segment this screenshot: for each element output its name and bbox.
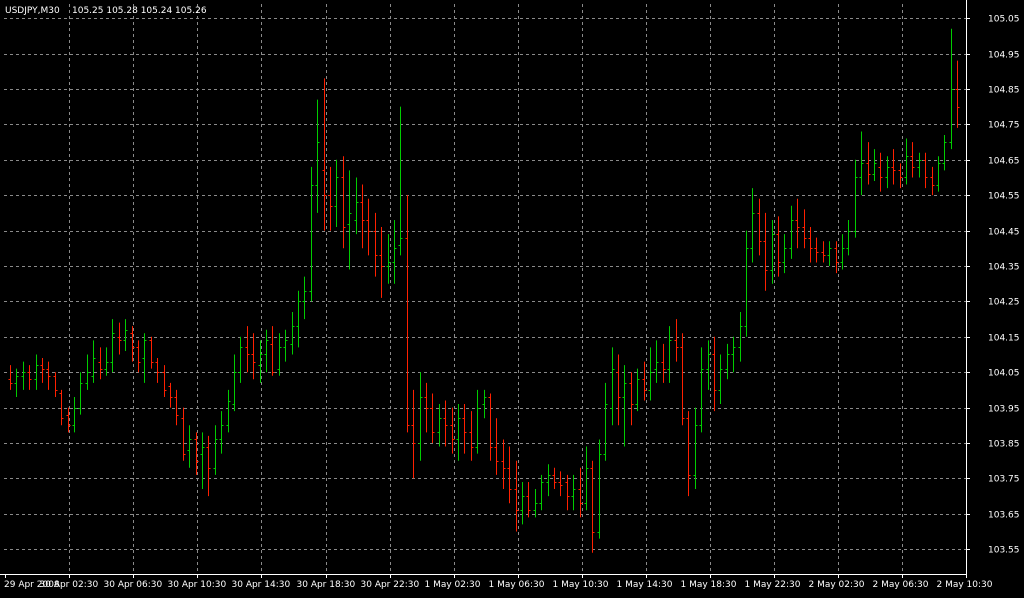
- x-tick-label: 1 May 14:30: [617, 580, 673, 590]
- y-tick-label: 105.05: [988, 15, 1020, 25]
- x-tick-label: 1 May 22:30: [745, 580, 801, 590]
- x-tick-label: 1 May 06:30: [489, 580, 545, 590]
- x-tick-label: 1 May 10:30: [553, 580, 609, 590]
- y-tick-label: 104.75: [988, 121, 1020, 131]
- y-tick-label: 104.35: [988, 263, 1020, 273]
- y-tick-label: 103.65: [988, 511, 1020, 521]
- y-tick-label: 103.85: [988, 440, 1020, 450]
- x-tick-label: 2 May 10:30: [937, 580, 993, 590]
- x-tick-label: 30 Apr 10:30: [168, 580, 227, 590]
- x-tick-label: 1 May 18:30: [681, 580, 737, 590]
- y-tick-label: 103.95: [988, 405, 1020, 415]
- ohlc-values: 105.25 105.28 105.24 105.26: [72, 6, 207, 16]
- x-tick-label: 30 Apr 14:30: [232, 580, 291, 590]
- price-chart[interactable]: 105.05 104.95 104.85 104.75 104.65 104.55 104.…: [0, 0, 1024, 594]
- y-tick-label: 104.15: [988, 334, 1020, 344]
- y-tick-label: 104.25: [988, 298, 1020, 308]
- x-tick-label: 30 Apr 22:30: [361, 580, 420, 590]
- symbol-label: USDJPY,M30: [5, 6, 60, 16]
- x-tick-label: 30 Apr 18:30: [297, 580, 356, 590]
- y-tick-label: 103.75: [988, 475, 1020, 485]
- x-tick-label: 30 Apr 06:30: [104, 580, 163, 590]
- chart-window[interactable]: 105.05 104.95 104.85 104.75 104.65 104.55 104.…: [0, 0, 1024, 594]
- chart-header: USDJPY,M30 105.25 105.28 105.24 105.26: [5, 6, 207, 16]
- x-tick-label: 2 May 06:30: [873, 580, 929, 590]
- y-tick-label: 104.55: [988, 192, 1020, 202]
- x-tick-label: 2 May 02:30: [809, 580, 865, 590]
- y-tick-label: 104.95: [988, 51, 1020, 61]
- x-tick-label: 30 Apr 02:30: [40, 580, 99, 590]
- y-tick-label: 104.65: [988, 157, 1020, 167]
- y-tick-label: 103.55: [988, 546, 1020, 556]
- y-tick-label: 104.45: [988, 228, 1020, 238]
- x-tick-label: 1 May 02:30: [425, 580, 481, 590]
- y-tick-label: 104.05: [988, 369, 1020, 379]
- y-tick-label: 104.85: [988, 86, 1020, 96]
